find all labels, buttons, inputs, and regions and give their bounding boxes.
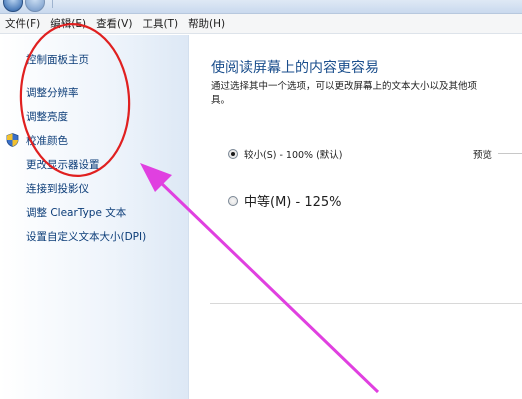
sidebar-item-calibrate-color[interactable]: 校准颜色	[26, 133, 68, 148]
sidebar-item-set-custom-dpi[interactable]: 设置自定义文本大小(DPI)	[26, 229, 146, 244]
page-title: 使阅读屏幕上的内容更容易	[211, 60, 379, 76]
sidebar: 控制面板主页 调整分辨率 调整亮度 校准颜色 更改显示器设置 连接到投影仪 调整…	[0, 35, 189, 399]
preview-label: 预览	[473, 150, 493, 161]
section-divider	[210, 303, 522, 304]
title-bar	[0, 0, 522, 14]
main-panel: 使阅读屏幕上的内容更容易 通过选择其中一个选项，可以更改屏幕上的文本大小以及其他…	[190, 35, 522, 399]
back-button[interactable]	[3, 0, 23, 12]
description-line-1: 通过选择其中一个选项，可以更改屏幕上的文本大小以及其他项	[211, 81, 478, 92]
menu-help[interactable]: 帮助(H)	[188, 16, 225, 31]
sidebar-item-adjust-resolution[interactable]: 调整分辨率	[26, 85, 79, 100]
radio-medium[interactable]	[228, 195, 238, 206]
description-line-2: 具。	[211, 95, 231, 106]
menu-bar: 文件(F) 编辑(E) 查看(V) 工具(T) 帮助(H)	[0, 14, 522, 34]
forward-button[interactable]	[25, 0, 45, 12]
address-bar[interactable]	[52, 0, 72, 8]
sidebar-item-change-display-settings[interactable]: 更改显示器设置	[26, 157, 100, 172]
menu-file[interactable]: 文件(F)	[5, 16, 40, 31]
option-medium-label: 中等(M) - 125%	[244, 195, 342, 210]
sidebar-item-adjust-cleartype[interactable]: 调整 ClearType 文本	[26, 205, 126, 220]
option-smaller-label: 较小(S) - 100% (默认)	[244, 150, 343, 161]
preview-divider	[498, 153, 522, 154]
menu-view[interactable]: 查看(V)	[96, 16, 132, 31]
radio-smaller[interactable]	[228, 149, 238, 159]
shield-icon	[6, 133, 19, 147]
sidebar-item-adjust-brightness[interactable]: 调整亮度	[26, 109, 68, 124]
sidebar-item-control-panel-home[interactable]: 控制面板主页	[26, 52, 89, 67]
option-smaller[interactable]: 较小(S) - 100% (默认)	[228, 147, 343, 161]
menu-tools[interactable]: 工具(T)	[142, 16, 178, 31]
menu-edit[interactable]: 编辑(E)	[50, 16, 86, 31]
option-medium[interactable]: 中等(M) - 125%	[228, 191, 341, 210]
sidebar-item-connect-projector[interactable]: 连接到投影仪	[26, 181, 89, 196]
description: 通过选择其中一个选项，可以更改屏幕上的文本大小以及其他项 具。	[211, 80, 522, 108]
